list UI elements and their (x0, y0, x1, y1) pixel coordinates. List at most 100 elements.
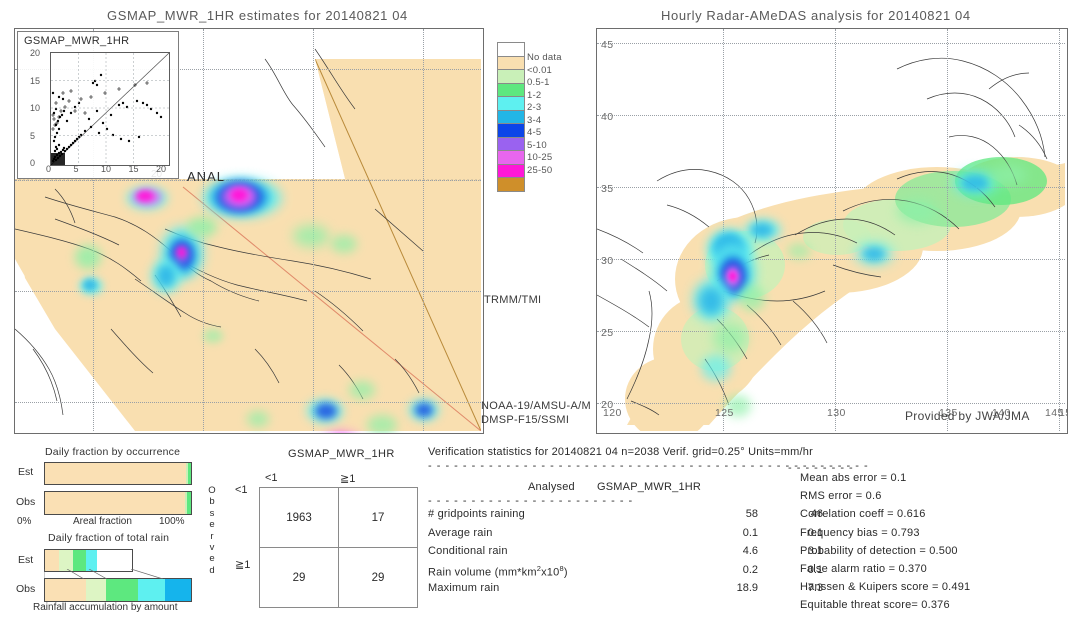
amount-est-segment-0 (45, 550, 59, 571)
verification-scores-list: Mean abs error = 0.1 RMS error = 0.6 Corre… (800, 472, 1075, 618)
satellite-label-noaa: NOAA-19/AMSU-A/M (481, 400, 591, 412)
rain-blob (713, 323, 747, 353)
contingency-cell-0-0: 1963 (259, 487, 339, 548)
colorbar-label-7: 5-10 (527, 139, 547, 151)
colorbar-label-1: <0.01 (527, 64, 553, 76)
occurrence-bar-est (44, 462, 192, 485)
rain-blob (83, 279, 97, 291)
colorbar-label-5: 3-4 (527, 114, 542, 126)
stat-model-4: 7.3 (807, 582, 823, 594)
contingency-row-header-0: <1 (235, 484, 248, 496)
rain-blob (751, 223, 773, 237)
lat-tick-45: 45 (601, 39, 614, 51)
radar-map-canvas: 12012513013514014515454035302520 (597, 29, 1067, 433)
score-7: Equitable threat score= 0.376 (800, 599, 950, 612)
rainfall-colorbar: No data <0.01 0.5-1 1-2 2-3 3-4 4-5 5-10 10-25 25… (497, 42, 561, 192)
fraction-occurrence-title: Daily fraction by occurrence (45, 446, 181, 458)
colorbar-label-4: 2-3 (527, 102, 542, 113)
occurrence-axis-min: 0% (17, 516, 32, 527)
screenshot-root: GSMAP_MWR_1HR estimates for 20140821 04 … (0, 0, 1080, 613)
scatter-xtick-10: 10 (101, 164, 112, 174)
occurrence-est-segment-0 (45, 463, 187, 484)
colorbar-swatch-1 (497, 55, 525, 69)
colorbar-label-2: 0.5-1 (527, 77, 550, 88)
colorbar-label-9: 25-50 (527, 164, 553, 176)
scatter-ytick-20: 20 (30, 48, 41, 58)
occurrence-axis-max: 100% (159, 516, 185, 527)
stats-col-header-model: GSMAP_MWR_1HR (597, 481, 702, 493)
left-panel-title: GSMAP_MWR_1HR estimates for 20140821 04 (107, 8, 408, 23)
colorbar-swatch-5 (497, 109, 525, 123)
right-panel-title: Hourly Radar-AMeDAS analysis for 2014082… (661, 8, 971, 23)
rain-blob (247, 411, 269, 427)
amount-caption: Rainfall accumulation by amount (33, 602, 178, 613)
colorbar-label-3: 1-2 (527, 89, 542, 101)
amount-est-segment-1 (58, 550, 73, 571)
rain-blob (961, 175, 989, 191)
amount-obs-segment-3 (138, 579, 165, 601)
contingency-row: 1963 17 (259, 487, 418, 548)
grid-line-vertical-1 (835, 29, 836, 431)
scatter-plot-area (50, 52, 170, 166)
contingency-cell-0-1: 17 (338, 487, 418, 548)
colorbar-swatch-7 (497, 136, 525, 150)
scatter-inset-title: GSMAP_MWR_1HR (24, 35, 130, 47)
gsmap-map-canvas: ANAL20GSMAP_MWR_1HR2015105005101520 (15, 29, 483, 433)
rain-blob (787, 243, 811, 259)
score-6: Hanssen & Kuipers score = 0.491 (800, 581, 971, 594)
colorbar-label-8: 10-25 (527, 152, 553, 163)
stat-model-2: 3.1 (807, 545, 823, 557)
rain-blob (699, 287, 723, 315)
amount-est-segment-2 (72, 550, 86, 571)
grid-line-horizontal-1 (597, 115, 1065, 116)
contingency-title: GSMAP_MWR_1HR (288, 448, 395, 460)
radar-amedas-map[interactable]: 12012513013514014515454035302520 (596, 28, 1068, 434)
score-2: Correlation coeff = 0.616 (800, 508, 926, 521)
lat-tick-30: 30 (601, 255, 614, 267)
colorbar-swatch-6 (497, 123, 525, 137)
contingency-cell-1-1: 29 (338, 547, 418, 608)
colorbar-swatch-9 (497, 163, 525, 177)
occurrence-bar-obs (44, 491, 192, 515)
lon-tick-125: 125 (715, 407, 734, 419)
scatter-ytick-5: 5 (30, 130, 36, 141)
rain-blob (991, 165, 1027, 185)
rain-blob (331, 235, 357, 253)
grid-line-vertical-3 (1059, 29, 1060, 431)
rain-blob (349, 381, 375, 399)
colorbar-label-0: No data (527, 52, 562, 63)
rain-blob (367, 415, 397, 433)
lat-tick-40: 40 (601, 111, 614, 123)
stat-row-2: Conditional rain 4.6 3.1 (428, 545, 823, 564)
rain-blob (203, 329, 223, 343)
contingency-col-header-0: <1 (265, 472, 278, 484)
scatter-xtick-20: 20 (156, 164, 167, 174)
scatter-inset: GSMAP_MWR_1HR 20 15 10 5 0 0 5 10 15 20 (17, 31, 179, 179)
grid-line-vertical-2 (947, 29, 948, 431)
verification-rule-top: - - - - - - - - - - - - - - - - - - - - … (428, 460, 869, 472)
scatter-ytick-15: 15 (30, 75, 41, 86)
amount-linkage-lines (44, 569, 164, 579)
verification-stats-rows: # gridpoints raining 58 46 Average rain 0.1 0… (428, 508, 823, 601)
lat-tick-35: 35 (601, 183, 614, 195)
amount-obs-segment-1 (85, 579, 107, 601)
lon-tick-15: 15 (1059, 407, 1067, 419)
gsmap-estimates-map[interactable]: ANAL20GSMAP_MWR_1HR2015105005101520 (14, 28, 484, 434)
contingency-col-header-1: ≧1 (340, 473, 356, 485)
stat-model-1: 0.1 (807, 526, 823, 539)
scatter-ytick-10: 10 (30, 103, 41, 113)
rain-blob (739, 285, 765, 311)
fraction-amount-title: Daily fraction of total rain (48, 532, 170, 544)
scatter-ytick-0: 0 (30, 158, 36, 168)
stat-row-0: # gridpoints raining 58 46 (428, 508, 823, 527)
amount-row-label-est: Est (18, 554, 34, 566)
amount-est-segment-3 (85, 550, 98, 571)
grid-line-horizontal-0 (597, 43, 1065, 44)
anal-label: ANAL (187, 169, 225, 184)
contingency-cell-1-0: 29 (259, 547, 339, 608)
stat-row-1: Average rain 0.1 0.1 (428, 527, 823, 546)
rain-blob (75, 245, 101, 269)
amount-bar-obs (44, 578, 192, 602)
stat-row-3: Rain volume (mm*km2x108) 0.2 0.1 (428, 564, 823, 583)
colorbar-swatch-4 (497, 96, 525, 110)
